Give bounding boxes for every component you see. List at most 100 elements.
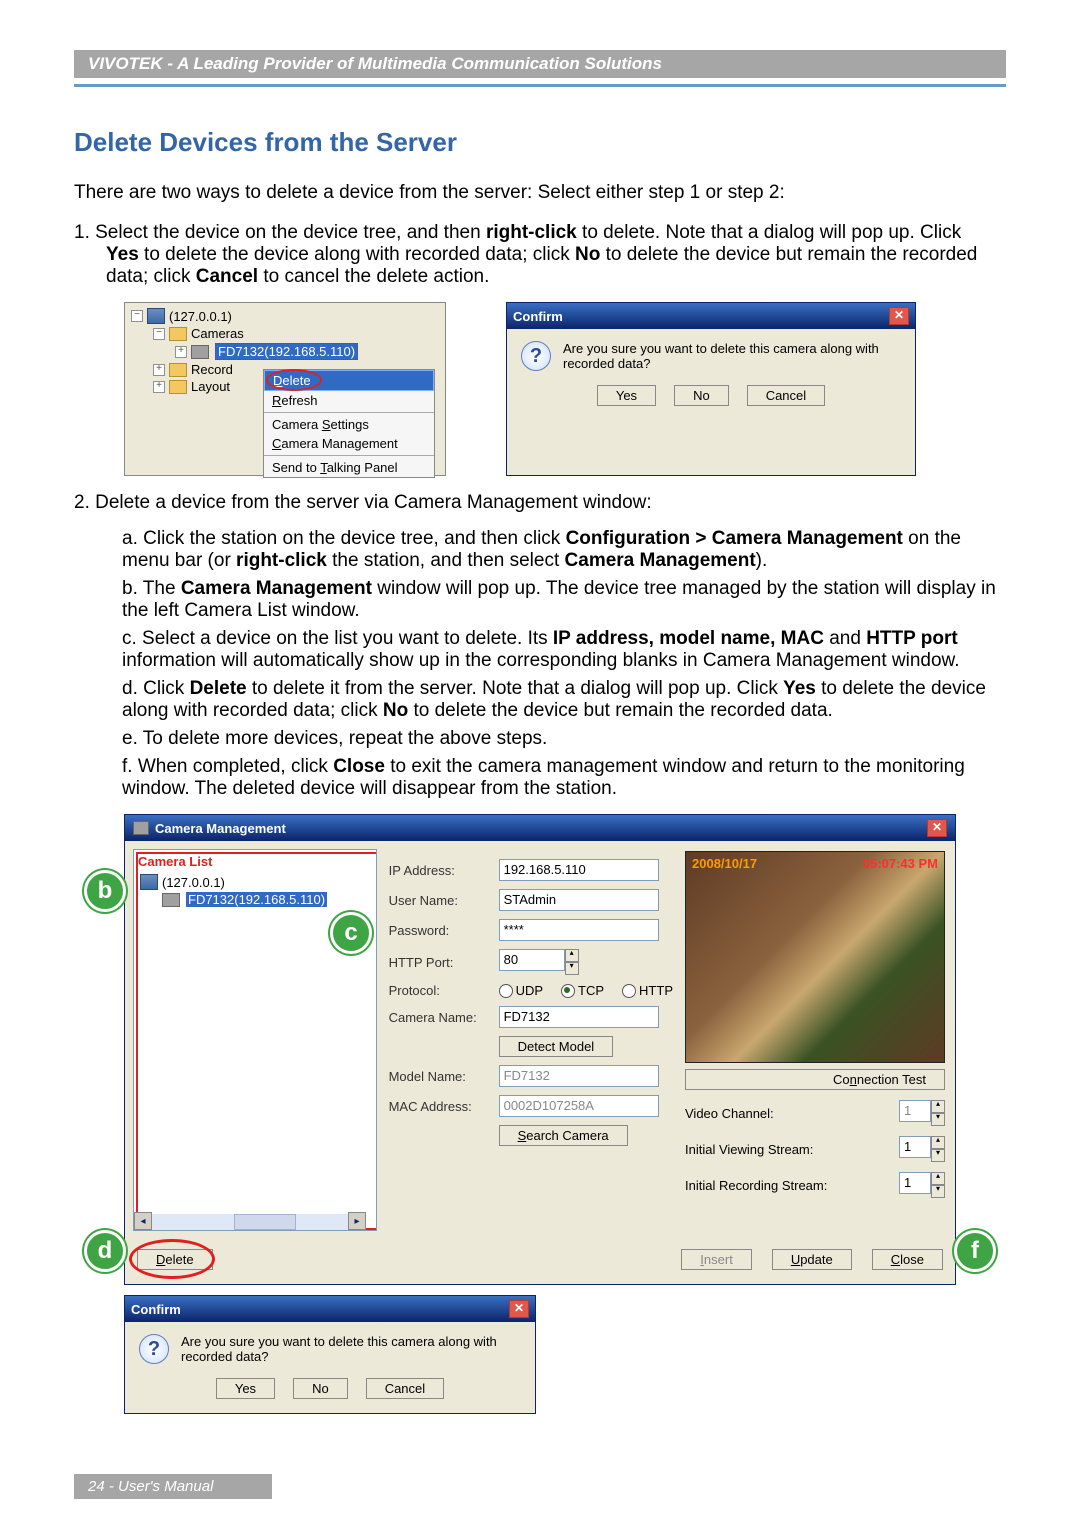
osd-time: 05:07:43 PM [863, 856, 938, 871]
tree-root[interactable]: −(127.0.0.1) [131, 307, 439, 325]
step-2a: a. Click the station on the device tree,… [122, 528, 1006, 572]
update-button[interactable]: Update [772, 1249, 852, 1270]
close-icon[interactable]: ✕ [509, 1300, 529, 1318]
yes-button[interactable]: Yes [216, 1378, 275, 1399]
username-input[interactable]: STAdmin [499, 889, 659, 911]
ctx-send-talking[interactable]: Send to Talking Panel [264, 458, 434, 477]
no-button[interactable]: No [674, 385, 729, 406]
text: ). [756, 550, 768, 571]
mac-field: 0002D107258A [499, 1095, 659, 1117]
scrollbar-horizontal[interactable]: ◂ ▸ [134, 1214, 366, 1230]
bold: IP address, model name, MAC [553, 628, 824, 649]
text: the station, and then select [327, 550, 565, 571]
camera-preview-panel: 2008/10/17 05:07:43 PM Connection Test V… [685, 841, 955, 1239]
confirm-dialog-1: Confirm ✕ ? Are you sure you want to del… [506, 302, 916, 476]
station-node[interactable]: (127.0.0.1) [140, 873, 376, 891]
httpport-stepper[interactable]: 80▴▾ [499, 949, 579, 975]
camera-list-title: Camera List [134, 850, 376, 873]
station-icon [140, 874, 158, 890]
text: a. Click the station on the device tree,… [122, 528, 566, 549]
text: to delete the device along with recorded… [139, 244, 575, 265]
expand-icon[interactable]: + [153, 381, 165, 393]
video-channel-stepper[interactable]: 1▴▾ [899, 1100, 945, 1126]
spin-down-icon[interactable]: ▾ [931, 1113, 945, 1126]
camera-node-selected[interactable]: FD7132(192.168.5.110) [162, 891, 376, 908]
ctx-camera-settings[interactable]: Camera Settings [264, 415, 434, 434]
camera-label: FD7132(192.168.5.110) [186, 892, 327, 907]
confirm-titlebar: Confirm ✕ [507, 303, 915, 329]
intro-text: There are two ways to delete a device fr… [74, 182, 1006, 204]
cancel-button[interactable]: Cancel [366, 1378, 444, 1399]
cm-titlebar: Camera Management ✕ [125, 815, 955, 841]
password-input[interactable]: **** [499, 919, 659, 941]
accel: D [156, 1252, 165, 1267]
label-model-name: Model Name: [389, 1069, 489, 1084]
bold-no: No [575, 244, 600, 265]
confirm-dialog-2: Confirm ✕ ? Are you sure you want to del… [124, 1295, 536, 1414]
label-password: Password: [389, 923, 489, 938]
spin-down-icon[interactable]: ▾ [931, 1185, 945, 1198]
radio-label: UDP [516, 983, 543, 998]
accel: C [272, 436, 281, 451]
expand-icon[interactable]: + [175, 346, 187, 358]
text: and [824, 628, 866, 649]
insert-button[interactable]: Insert [681, 1249, 752, 1270]
cm-bottom-bar: Delete Insert Update Close [125, 1239, 955, 1284]
bold: right-click [236, 550, 327, 571]
camera-name-input[interactable]: FD7132 [499, 1006, 659, 1028]
collapse-icon[interactable]: − [131, 310, 143, 322]
no-button[interactable]: No [293, 1378, 348, 1399]
confirm-title: Confirm [513, 309, 563, 324]
callout-badge-c: c [330, 912, 372, 954]
tree-device-selected[interactable]: + FD7132(192.168.5.110) [175, 342, 439, 361]
protocol-tcp-radio[interactable]: TCP [561, 983, 604, 998]
close-icon[interactable]: ✕ [927, 819, 947, 837]
cancel-button[interactable]: Cancel [747, 385, 825, 406]
folder-icon [169, 363, 187, 377]
value[interactable]: 1 [899, 1136, 931, 1158]
question-icon: ? [139, 1334, 169, 1364]
close-icon[interactable]: ✕ [889, 307, 909, 325]
label-init-view: Initial Viewing Stream: [685, 1142, 813, 1157]
init-view-stepper[interactable]: 1▴▾ [899, 1136, 945, 1162]
connection-test-button[interactable]: Connection Test [685, 1069, 945, 1090]
scroll-right-icon[interactable]: ▸ [348, 1212, 366, 1230]
station-icon [147, 308, 165, 324]
confirm-message: Are you sure you want to delete this cam… [181, 1334, 521, 1364]
scroll-thumb[interactable] [234, 1214, 296, 1230]
label-init-record: Initial Recording Stream: [685, 1178, 827, 1193]
collapse-icon[interactable]: − [153, 328, 165, 340]
accel: S [518, 1128, 527, 1143]
close-button[interactable]: Close [872, 1249, 943, 1270]
bold: Camera Management [181, 578, 372, 599]
model-name-field: FD7132 [499, 1065, 659, 1087]
spin-down-icon[interactable]: ▾ [565, 962, 579, 975]
callout-badge-d: d [84, 1230, 126, 1272]
protocol-http-radio[interactable]: HTTP [622, 983, 673, 998]
spin-down-icon[interactable]: ▾ [931, 1149, 945, 1162]
step-2: 2. Delete a device from the server via C… [74, 492, 1006, 514]
delete-button[interactable]: Delete [137, 1249, 213, 1270]
init-record-stepper[interactable]: 1▴▾ [899, 1172, 945, 1198]
ctx-camera-management[interactable]: Camera Management [264, 434, 434, 453]
ctx-refresh[interactable]: Refresh [264, 391, 434, 410]
value[interactable]: 1 [899, 1172, 931, 1194]
tree-cameras[interactable]: −Cameras [153, 325, 439, 342]
text: information will automatically show up i… [122, 650, 959, 671]
bold: HTTP port [866, 628, 957, 649]
device-label: FD7132(192.168.5.110) [215, 343, 358, 360]
accel: T [320, 460, 327, 475]
ip-input[interactable]: 192.168.5.110 [499, 859, 659, 881]
bold-yes: Yes [106, 244, 139, 265]
yes-button[interactable]: Yes [597, 385, 656, 406]
label-mac: MAC Address: [389, 1099, 489, 1114]
protocol-udp-radio[interactable]: UDP [499, 983, 543, 998]
detect-model-button[interactable]: Detect Model [499, 1036, 614, 1057]
label-user: User Name: [389, 893, 489, 908]
expand-icon[interactable]: + [153, 364, 165, 376]
ctx-separator [264, 412, 434, 413]
httpport-value[interactable]: 80 [499, 949, 565, 971]
folder-icon [169, 380, 187, 394]
search-camera-button[interactable]: Search Camera [499, 1125, 628, 1146]
scroll-left-icon[interactable]: ◂ [134, 1212, 152, 1230]
